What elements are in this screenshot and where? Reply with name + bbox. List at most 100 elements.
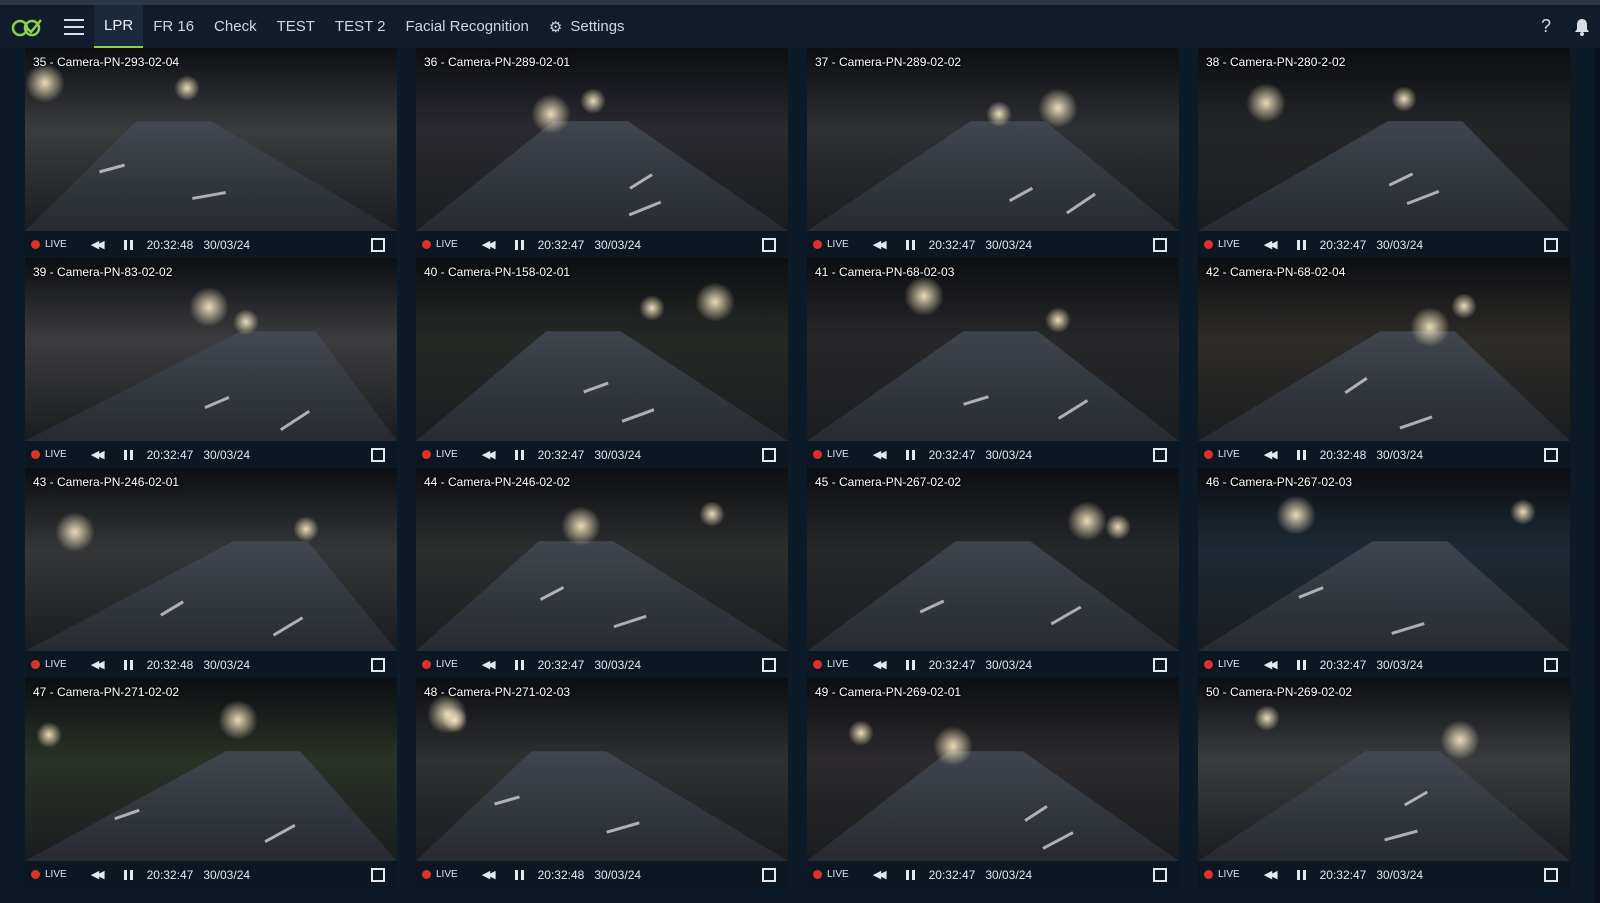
pause-icon[interactable] (514, 239, 524, 250)
camera-tile[interactable]: 43 - Camera-PN-246-02-01 LIVE ◀◀ 20:32:4… (25, 468, 397, 678)
pause-icon[interactable] (123, 449, 133, 460)
live-label[interactable]: LIVE (45, 869, 67, 880)
live-label[interactable]: LIVE (1218, 869, 1240, 880)
camera-video[interactable]: 43 - Camera-PN-246-02-01 (25, 468, 397, 651)
live-label[interactable]: LIVE (1218, 239, 1240, 250)
pause-icon[interactable] (123, 239, 133, 250)
pause-icon[interactable] (905, 659, 915, 670)
camera-video[interactable]: 41 - Camera-PN-68-02-03 (807, 258, 1179, 441)
fullscreen-icon[interactable] (1544, 867, 1558, 882)
pause-icon[interactable] (123, 869, 133, 880)
rewind-icon[interactable]: ◀◀ (873, 658, 887, 671)
tab-settings[interactable]: ⚙ Settings (539, 5, 635, 48)
live-label[interactable]: LIVE (1218, 659, 1240, 670)
fullscreen-icon[interactable] (1153, 447, 1167, 462)
live-label[interactable]: LIVE (1218, 449, 1240, 460)
pause-icon[interactable] (905, 449, 915, 460)
camera-tile[interactable]: 39 - Camera-PN-83-02-02 LIVE ◀◀ 20:32:47… (25, 258, 397, 468)
fullscreen-icon[interactable] (762, 867, 776, 882)
rewind-icon[interactable]: ◀◀ (91, 658, 105, 671)
rewind-icon[interactable]: ◀◀ (1264, 448, 1278, 461)
fullscreen-icon[interactable] (371, 447, 385, 462)
camera-video[interactable]: 42 - Camera-PN-68-02-04 (1198, 258, 1570, 441)
fullscreen-icon[interactable] (762, 237, 776, 252)
pause-icon[interactable] (1296, 659, 1306, 670)
fullscreen-icon[interactable] (371, 237, 385, 252)
live-label[interactable]: LIVE (45, 239, 67, 250)
live-label[interactable]: LIVE (45, 659, 67, 670)
help-icon[interactable]: ? (1528, 9, 1564, 45)
fullscreen-icon[interactable] (1153, 867, 1167, 882)
tab-test-2[interactable]: TEST 2 (325, 5, 396, 48)
fullscreen-icon[interactable] (1544, 237, 1558, 252)
pause-icon[interactable] (514, 659, 524, 670)
pause-icon[interactable] (123, 659, 133, 670)
rewind-icon[interactable]: ◀◀ (482, 448, 496, 461)
pause-icon[interactable] (514, 869, 524, 880)
camera-tile[interactable]: 35 - Camera-PN-293-02-04 LIVE ◀◀ 20:32:4… (25, 48, 397, 258)
camera-tile[interactable]: 36 - Camera-PN-289-02-01 LIVE ◀◀ 20:32:4… (416, 48, 788, 258)
rewind-icon[interactable]: ◀◀ (1264, 238, 1278, 251)
fullscreen-icon[interactable] (1544, 447, 1558, 462)
rewind-icon[interactable]: ◀◀ (873, 238, 887, 251)
camera-tile[interactable]: 47 - Camera-PN-271-02-02 LIVE ◀◀ 20:32:4… (25, 678, 397, 888)
rewind-icon[interactable]: ◀◀ (1264, 658, 1278, 671)
fullscreen-icon[interactable] (762, 447, 776, 462)
camera-tile[interactable]: 48 - Camera-PN-271-02-03 LIVE ◀◀ 20:32:4… (416, 678, 788, 888)
tab-lpr[interactable]: LPR (94, 5, 144, 48)
fullscreen-icon[interactable] (371, 657, 385, 672)
camera-tile[interactable]: 38 - Camera-PN-280-2-02 LIVE ◀◀ 20:32:47… (1198, 48, 1570, 258)
camera-video[interactable]: 47 - Camera-PN-271-02-02 (25, 678, 397, 861)
camera-tile[interactable]: 37 - Camera-PN-289-02-02 LIVE ◀◀ 20:32:4… (807, 48, 1179, 258)
rewind-icon[interactable]: ◀◀ (873, 868, 887, 881)
live-label[interactable]: LIVE (827, 449, 849, 460)
camera-tile[interactable]: 40 - Camera-PN-158-02-01 LIVE ◀◀ 20:32:4… (416, 258, 788, 468)
fullscreen-icon[interactable] (1153, 237, 1167, 252)
rewind-icon[interactable]: ◀◀ (91, 448, 105, 461)
camera-video[interactable]: 35 - Camera-PN-293-02-04 (25, 48, 397, 231)
camera-video[interactable]: 36 - Camera-PN-289-02-01 (416, 48, 788, 231)
live-label[interactable]: LIVE (827, 869, 849, 880)
camera-video[interactable]: 38 - Camera-PN-280-2-02 (1198, 48, 1570, 231)
camera-video[interactable]: 50 - Camera-PN-269-02-02 (1198, 678, 1570, 861)
fullscreen-icon[interactable] (371, 867, 385, 882)
camera-tile[interactable]: 41 - Camera-PN-68-02-03 LIVE ◀◀ 20:32:47… (807, 258, 1179, 468)
live-label[interactable]: LIVE (827, 239, 849, 250)
camera-tile[interactable]: 49 - Camera-PN-269-02-01 LIVE ◀◀ 20:32:4… (807, 678, 1179, 888)
live-label[interactable]: LIVE (436, 239, 458, 250)
camera-video[interactable]: 40 - Camera-PN-158-02-01 (416, 258, 788, 441)
tab-facial-recognition[interactable]: Facial Recognition (396, 5, 539, 48)
tab-fr-16[interactable]: FR 16 (143, 5, 204, 48)
camera-tile[interactable]: 46 - Camera-PN-267-02-03 LIVE ◀◀ 20:32:4… (1198, 468, 1570, 678)
live-label[interactable]: LIVE (827, 659, 849, 670)
hamburger-menu-icon[interactable] (54, 8, 94, 46)
camera-video[interactable]: 44 - Camera-PN-246-02-02 (416, 468, 788, 651)
camera-tile[interactable]: 42 - Camera-PN-68-02-04 LIVE ◀◀ 20:32:48… (1198, 258, 1570, 468)
rewind-icon[interactable]: ◀◀ (482, 658, 496, 671)
pause-icon[interactable] (905, 869, 915, 880)
camera-video[interactable]: 46 - Camera-PN-267-02-03 (1198, 468, 1570, 651)
camera-video[interactable]: 37 - Camera-PN-289-02-02 (807, 48, 1179, 231)
live-label[interactable]: LIVE (436, 659, 458, 670)
pause-icon[interactable] (1296, 239, 1306, 250)
bell-icon[interactable] (1564, 9, 1600, 45)
camera-video[interactable]: 49 - Camera-PN-269-02-01 (807, 678, 1179, 861)
rewind-icon[interactable]: ◀◀ (1264, 868, 1278, 881)
rewind-icon[interactable]: ◀◀ (482, 868, 496, 881)
pause-icon[interactable] (1296, 449, 1306, 460)
live-label[interactable]: LIVE (45, 449, 67, 460)
fullscreen-icon[interactable] (1153, 657, 1167, 672)
live-label[interactable]: LIVE (436, 869, 458, 880)
rewind-icon[interactable]: ◀◀ (482, 238, 496, 251)
camera-tile[interactable]: 45 - Camera-PN-267-02-02 LIVE ◀◀ 20:32:4… (807, 468, 1179, 678)
rewind-icon[interactable]: ◀◀ (873, 448, 887, 461)
logo-icon[interactable] (10, 8, 54, 46)
tab-test[interactable]: TEST (267, 5, 325, 48)
pause-icon[interactable] (905, 239, 915, 250)
camera-video[interactable]: 45 - Camera-PN-267-02-02 (807, 468, 1179, 651)
rewind-icon[interactable]: ◀◀ (91, 238, 105, 251)
pause-icon[interactable] (514, 449, 524, 460)
fullscreen-icon[interactable] (762, 657, 776, 672)
fullscreen-icon[interactable] (1544, 657, 1558, 672)
scrollbar[interactable] (1594, 48, 1600, 903)
